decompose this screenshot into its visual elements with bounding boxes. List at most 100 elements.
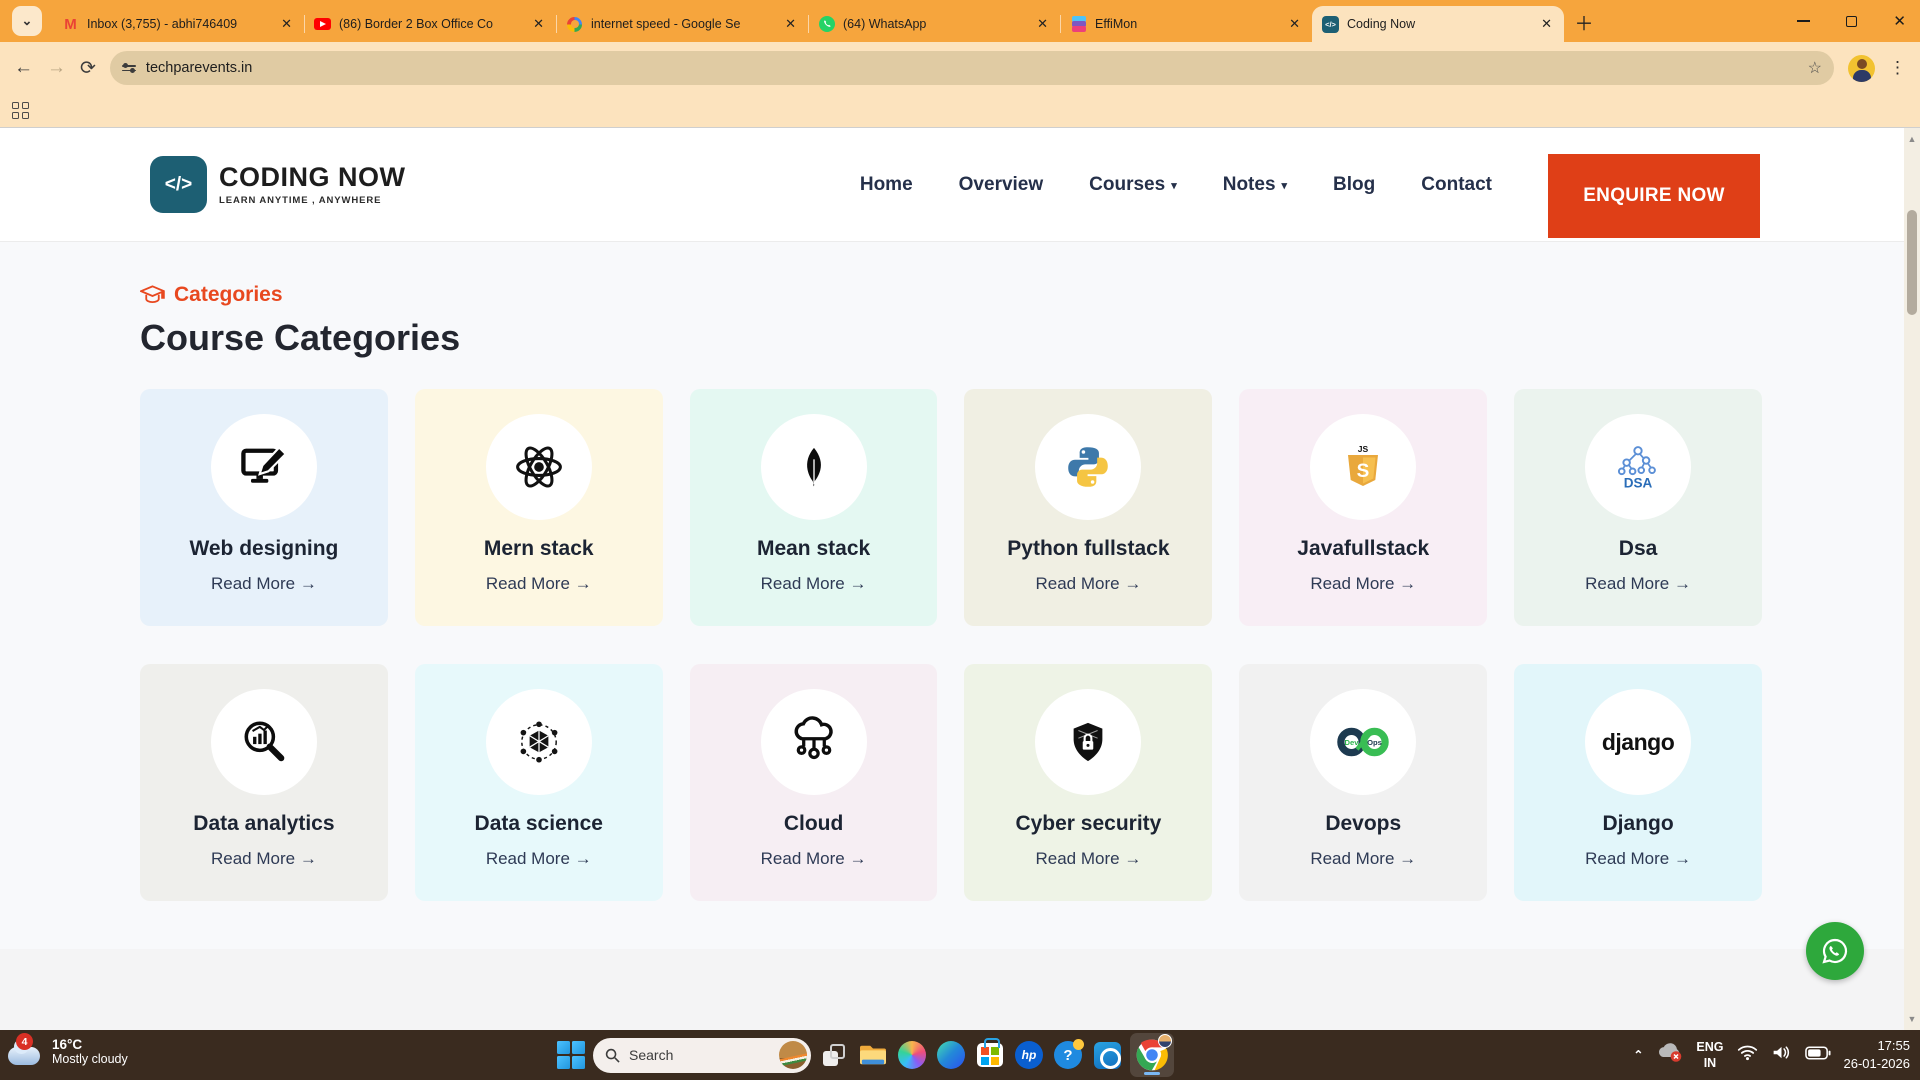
card-title: Data science: [415, 812, 663, 836]
read-more-link[interactable]: Read More →: [690, 849, 938, 869]
browser-menu-icon[interactable]: ⋮: [1889, 58, 1906, 78]
profile-avatar[interactable]: [1848, 55, 1875, 82]
svg-text:DSA: DSA: [1624, 476, 1653, 491]
chrome-taskbar-button-active[interactable]: [1130, 1033, 1174, 1077]
window-close-icon[interactable]: ✕: [1893, 12, 1906, 30]
tab-gmail[interactable]: M Inbox (3,755) - abhi746409 ✕: [52, 6, 304, 42]
microsoft-store-button[interactable]: [974, 1039, 1006, 1071]
get-help-button[interactable]: ?: [1052, 1039, 1084, 1071]
edge-icon: [937, 1041, 965, 1069]
language-indicator[interactable]: ENG IN: [1696, 1039, 1723, 1072]
nav-contact[interactable]: Contact: [1421, 174, 1492, 196]
card-mern-stack: Mern stack Read More →: [415, 389, 663, 626]
whatsapp-chat-button[interactable]: [1806, 922, 1864, 980]
site-logo[interactable]: </> CODING NOW LEARN ANYTIME , ANYWHERE: [150, 156, 406, 213]
nav-home[interactable]: Home: [860, 174, 913, 196]
chevron-down-icon: ▾: [1282, 179, 1288, 192]
outlook-button[interactable]: [1091, 1039, 1123, 1071]
new-tab-button[interactable]: ＋: [1570, 8, 1598, 36]
scroll-down-icon[interactable]: ▼: [1908, 1014, 1917, 1024]
task-view-icon: [823, 1044, 845, 1066]
read-more-link[interactable]: Read More →: [415, 849, 663, 869]
bookmark-star-icon[interactable]: ☆: [1808, 58, 1822, 78]
nav-overview[interactable]: Overview: [959, 174, 1044, 196]
graduation-cap-icon: [140, 284, 165, 306]
read-more-link[interactable]: Read More →: [1514, 574, 1762, 594]
file-explorer-button[interactable]: [857, 1039, 889, 1071]
onedrive-error-icon[interactable]: [1656, 1042, 1683, 1068]
read-more-link[interactable]: Read More →: [140, 849, 388, 869]
tab-coding-now-active[interactable]: </> Coding Now ✕: [1312, 6, 1564, 42]
arrow-right-icon: →: [849, 574, 866, 593]
forward-icon[interactable]: →: [47, 57, 66, 79]
scrollbar-thumb[interactable]: [1907, 210, 1917, 315]
page-scrollbar[interactable]: ▲ ▼: [1904, 128, 1920, 1030]
card-devops: Dev Ops Devops Read More →: [1239, 664, 1487, 901]
weather-widget[interactable]: 4 16°C Mostly cloudy: [8, 1035, 128, 1067]
read-more-link[interactable]: Read More →: [964, 849, 1212, 869]
site-settings-icon[interactable]: [122, 65, 136, 71]
tab-youtube[interactable]: (86) Border 2 Box Office Co ✕: [304, 6, 556, 42]
close-icon[interactable]: ✕: [1539, 16, 1554, 32]
card-cloud: Cloud Read More →: [690, 664, 938, 901]
battery-icon[interactable]: [1805, 1046, 1831, 1065]
copilot-icon: [898, 1041, 926, 1069]
url-text: techparevents.in: [146, 60, 1798, 76]
card-title: Dsa: [1514, 537, 1762, 561]
start-button[interactable]: [556, 1040, 586, 1070]
nav-notes[interactable]: Notes▾: [1223, 174, 1287, 196]
youtube-icon: [314, 18, 331, 30]
tab-search-button[interactable]: ⌄: [12, 6, 42, 36]
copilot-button[interactable]: [896, 1039, 928, 1071]
card-title: Javafullstack: [1239, 537, 1487, 561]
nav-courses[interactable]: Courses▾: [1089, 174, 1177, 196]
tab-effimon[interactable]: EffiMon ✕: [1060, 6, 1312, 42]
tray-chevron-up-icon[interactable]: ⌃: [1633, 1048, 1643, 1062]
code-logo-icon: </>: [150, 156, 207, 213]
nav-blog[interactable]: Blog: [1333, 174, 1375, 196]
card-title: Python fullstack: [964, 537, 1212, 561]
enquire-now-button[interactable]: ENQUIRE NOW: [1548, 154, 1760, 238]
scroll-up-icon[interactable]: ▲: [1908, 134, 1917, 144]
clock-widget[interactable]: 17:55 26-01-2026: [1844, 1037, 1911, 1072]
read-more-link[interactable]: Read More →: [415, 574, 663, 594]
data-science-network-icon: [514, 717, 564, 767]
close-icon[interactable]: ✕: [1035, 16, 1050, 32]
reload-icon[interactable]: ⟳: [80, 57, 96, 80]
close-icon[interactable]: ✕: [531, 16, 546, 32]
tab-whatsapp[interactable]: (64) WhatsApp ✕: [808, 6, 1060, 42]
gmail-icon: M: [62, 16, 79, 33]
arrow-right-icon: →: [1674, 849, 1691, 868]
search-placeholder: Search: [629, 1047, 770, 1063]
task-view-button[interactable]: [818, 1039, 850, 1071]
close-icon[interactable]: ✕: [783, 16, 798, 32]
browser-window: ⌄ M Inbox (3,755) - abhi746409 ✕ (86) Bo…: [0, 0, 1920, 1080]
svg-text:Dev: Dev: [1345, 738, 1360, 747]
tab-google-search[interactable]: internet speed - Google Se ✕: [556, 6, 808, 42]
close-icon[interactable]: ✕: [1287, 16, 1302, 32]
minimize-icon[interactable]: [1797, 20, 1810, 22]
back-icon[interactable]: ←: [14, 57, 33, 79]
arrow-right-icon: →: [575, 849, 592, 868]
read-more-link[interactable]: Read More →: [1239, 849, 1487, 869]
tab-groups-icon[interactable]: [12, 102, 29, 119]
address-bar[interactable]: techparevents.in ☆: [110, 51, 1834, 85]
svg-text:JS: JS: [1358, 444, 1369, 454]
read-more-link[interactable]: Read More →: [1239, 574, 1487, 594]
maximize-icon[interactable]: [1846, 16, 1857, 27]
logo-title: CODING NOW: [219, 164, 406, 191]
close-icon[interactable]: ✕: [279, 16, 294, 32]
taskbar-search[interactable]: Search: [593, 1038, 811, 1073]
volume-icon[interactable]: [1771, 1044, 1792, 1066]
dsa-tree-icon: DSA: [1612, 441, 1664, 493]
edge-button[interactable]: [935, 1039, 967, 1071]
read-more-link[interactable]: Read More →: [1514, 849, 1762, 869]
read-more-link[interactable]: Read More →: [140, 574, 388, 594]
card-cyber-security: Cyber security Read More →: [964, 664, 1212, 901]
hp-app-button[interactable]: hp: [1013, 1039, 1045, 1071]
arrow-right-icon: →: [1124, 849, 1141, 868]
window-controls: ✕: [1797, 0, 1906, 42]
read-more-link[interactable]: Read More →: [690, 574, 938, 594]
wifi-icon[interactable]: [1737, 1044, 1758, 1066]
read-more-link[interactable]: Read More →: [964, 574, 1212, 594]
